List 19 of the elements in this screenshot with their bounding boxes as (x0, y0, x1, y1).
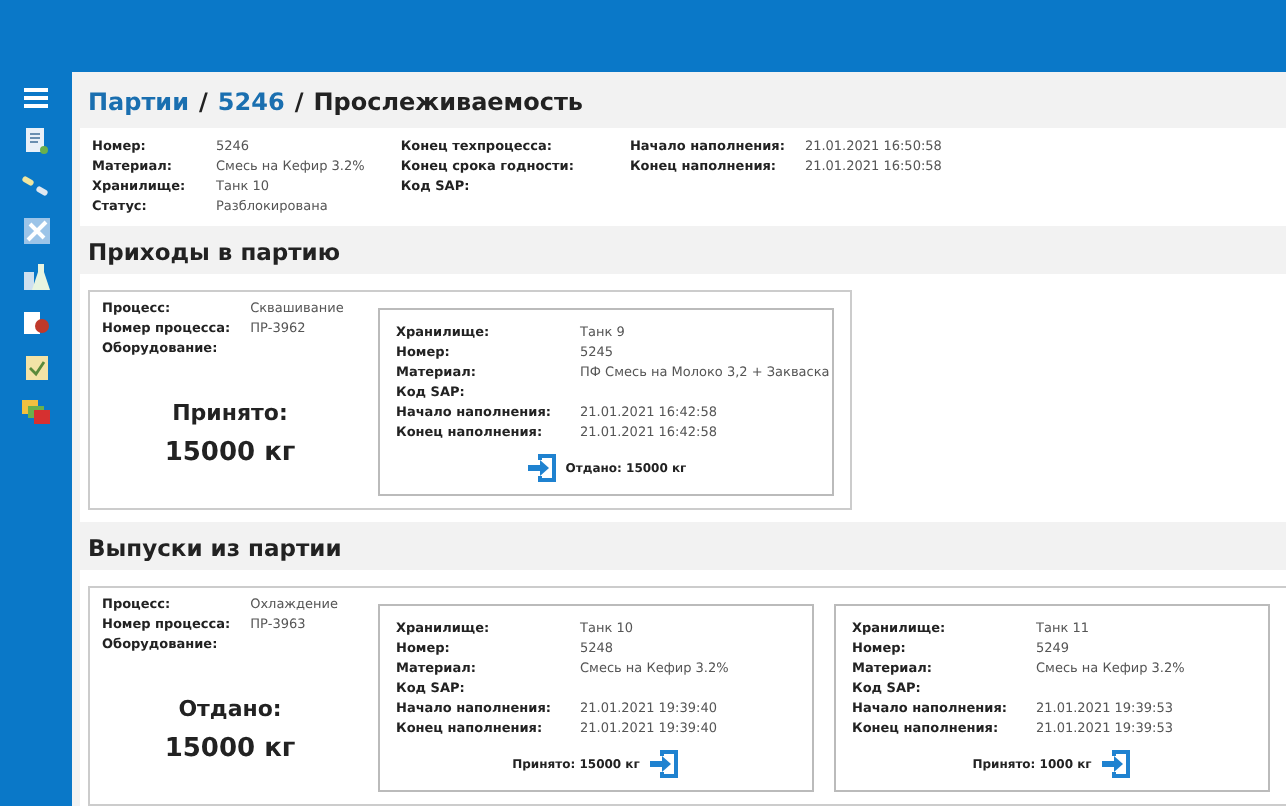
checklist-icon[interactable] (25, 356, 47, 380)
document-icon[interactable] (23, 310, 49, 336)
arrow-into-box-icon[interactable] (525, 452, 558, 484)
total-label: Отдано: (178, 696, 282, 722)
page-title: Прослеживаемость (313, 88, 584, 116)
total-value: 15000 кг (164, 438, 296, 468)
breadcrumb-link[interactable]: Партии (88, 88, 190, 116)
menu-icon[interactable] (24, 88, 48, 108)
flask-icon[interactable] (23, 264, 49, 290)
total-value: 15000 кг (164, 734, 296, 764)
breadcrumb-separator: / (199, 88, 208, 116)
arrow-into-box-icon[interactable] (1099, 748, 1132, 780)
total-label: Принято: (172, 400, 288, 426)
breadcrumb-link[interactable]: 5246 (217, 88, 285, 116)
pills-icon[interactable] (22, 174, 50, 198)
document-icon[interactable] (24, 128, 48, 154)
breadcrumb-separator: / (294, 88, 304, 116)
boxes-icon[interactable] (22, 400, 50, 424)
arrow-into-box-icon[interactable] (647, 748, 680, 780)
